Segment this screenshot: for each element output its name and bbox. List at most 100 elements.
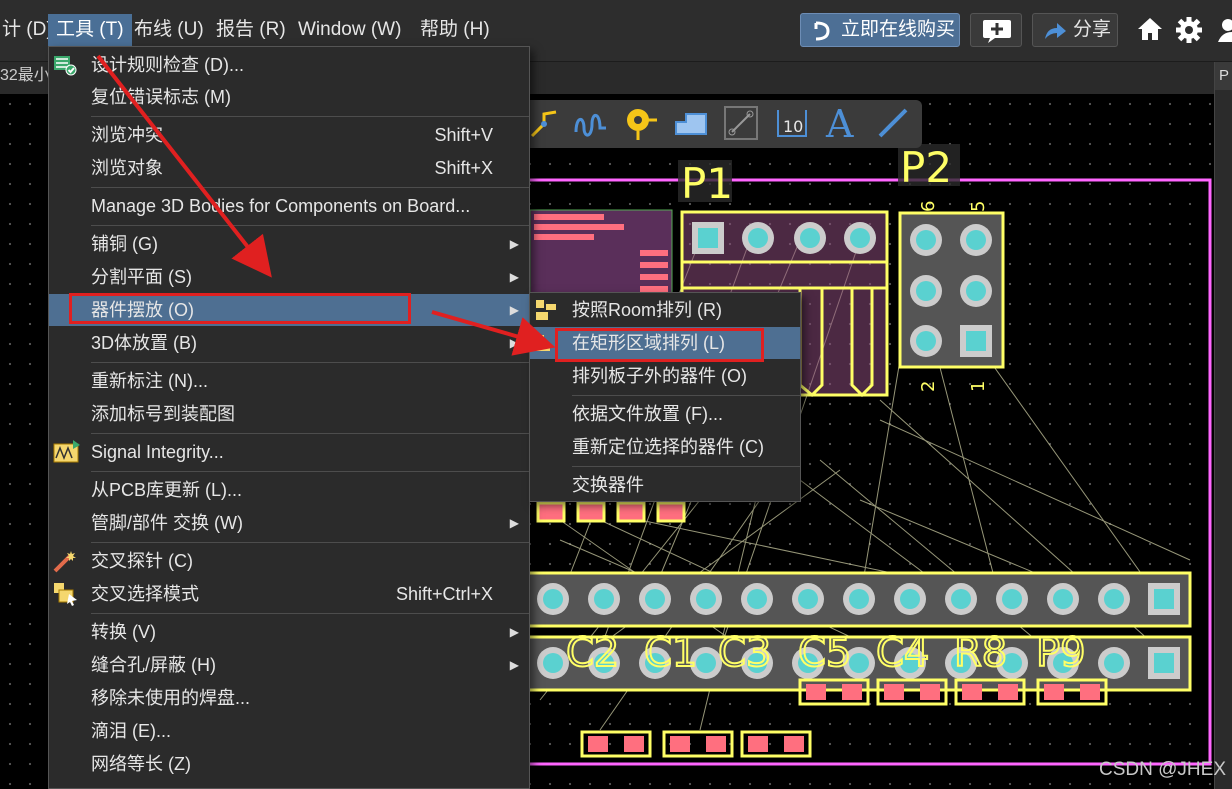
share-button[interactable]: 分享 — [1032, 13, 1118, 47]
header-pad-hole — [696, 589, 716, 609]
smd-pad — [784, 736, 804, 752]
submenu-item-place-from-file[interactable]: 依据文件放置 (F)... — [530, 398, 800, 430]
signal-integrity-icon — [53, 440, 80, 464]
place-component-icon[interactable]: 10 — [774, 106, 810, 145]
place-text-icon[interactable]: A — [826, 102, 853, 146]
menu-item-shortcut: Shift+X — [434, 158, 493, 178]
menu-item-re-annotate[interactable]: 重新标注 (N)... — [49, 365, 529, 397]
header-pad-hole — [900, 589, 920, 609]
p1-pads — [692, 222, 876, 254]
menu-item-net-length-tuning[interactable]: 网络等长 (Z) — [49, 748, 529, 780]
menu-tools[interactable]: 工具 (T) — [48, 14, 132, 46]
menu-item-browse-violations[interactable]: 浏览冲突 Shift+V — [49, 119, 529, 151]
menu-item-polygon-pour[interactable]: 铺铜 (G) ▶ — [49, 228, 529, 260]
submenu-item-reposition-selected[interactable]: 重新定位选择的器件 (C) — [530, 431, 800, 463]
menu-separator — [91, 542, 529, 543]
submenu-item-label: 按照Room排列 (R) — [572, 300, 723, 320]
menu-item-label: Signal Integrity... — [91, 442, 224, 462]
header-pad-hole — [1053, 653, 1073, 673]
small-pads — [536, 501, 686, 523]
header-pad-square-hole — [1154, 589, 1174, 609]
menu-item-shortcut: Shift+V — [434, 125, 493, 145]
properties-panel: P — [1214, 62, 1232, 789]
user-icon[interactable] — [1216, 16, 1232, 49]
menu-separator — [91, 362, 529, 363]
smd-outline — [798, 678, 870, 706]
submenu-item-arrange-outside-board[interactable]: 排列板子外的器件 (O) — [530, 360, 800, 392]
designator-c5: C5 — [798, 630, 851, 676]
menu-item-browse-objects[interactable]: 浏览对象 Shift+X — [49, 152, 529, 184]
cross-probe-icon — [53, 549, 77, 573]
header-pad-hole — [951, 653, 971, 673]
place-line-diagonal-icon[interactable] — [876, 106, 910, 145]
header-pad-hole — [1002, 653, 1022, 673]
header-pad-hole — [798, 653, 818, 673]
menu-item-label: 浏览冲突 — [91, 125, 163, 145]
menu-item-manage-3d-bodies[interactable]: Manage 3D Bodies for Components on Board… — [49, 190, 529, 222]
buy-icon — [813, 20, 831, 53]
designator-c1: C1 — [644, 630, 697, 676]
menu-separator — [91, 433, 529, 434]
menu-item-via-stitching[interactable]: 缝合孔/屏蔽 (H) ▶ — [49, 649, 529, 681]
header-pad — [894, 583, 926, 615]
smd-pad — [842, 684, 862, 700]
header-pad — [945, 583, 977, 615]
menu-item-3d-body-placement[interactable]: 3D体放置 (B) ▶ — [49, 327, 529, 359]
menu-item-teardrops[interactable]: 滴泪 (E)... — [49, 715, 529, 747]
properties-tab[interactable]: P — [1215, 62, 1232, 90]
submenu-item-arrange-within-room[interactable]: 按照Room排列 (R) — [530, 294, 800, 326]
menu-item-convert[interactable]: 转换 (V) ▶ — [49, 616, 529, 648]
arrange-room-icon — [534, 298, 558, 327]
header-pad-hole — [645, 589, 665, 609]
menu-reports[interactable]: 报告 (R) — [208, 14, 294, 46]
header-pad — [537, 583, 569, 615]
submenu-separator — [572, 395, 800, 396]
designator-c3: C3 — [718, 630, 771, 676]
header-pad-square-hole — [1154, 653, 1174, 673]
header-pad-hole — [900, 653, 920, 673]
menu-item-label: 缝合孔/屏蔽 (H) — [91, 655, 216, 675]
menu-item-drc[interactable]: 设计规则检查 (D)... — [49, 49, 529, 81]
buy-online-button[interactable]: 立即在线购买 — [800, 13, 960, 47]
menu-item-cross-probe[interactable]: 交叉探针 (C) — [49, 545, 529, 577]
header-pad — [1047, 647, 1079, 679]
menu-window[interactable]: Window (W) — [290, 14, 409, 46]
menu-item-split-planes[interactable]: 分割平面 (S) ▶ — [49, 261, 529, 293]
menu-item-add-designators[interactable]: 添加标号到装配图 — [49, 398, 529, 430]
menu-item-reset-errors[interactable]: 复位错误标志 (M) — [49, 81, 529, 113]
p2-pin-6: 6 — [918, 201, 939, 212]
smd-pad — [670, 736, 690, 752]
menu-item-update-from-pcb-library[interactable]: 从PCB库更新 (L)... — [49, 474, 529, 506]
interactive-length-icon[interactable] — [574, 108, 608, 145]
smd-pad — [884, 684, 904, 700]
place-line-icon[interactable] — [724, 106, 758, 145]
header-pad — [1098, 647, 1130, 679]
p2-pin-5: 5 — [968, 201, 989, 212]
add-button[interactable] — [970, 13, 1022, 47]
menu-item-remove-unused-pads[interactable]: 移除未使用的焊盘... — [49, 682, 529, 714]
gear-icon[interactable] — [1175, 16, 1203, 49]
header-pad-hole — [798, 589, 818, 609]
menu-separator — [91, 187, 529, 188]
place-fill-icon[interactable] — [674, 108, 708, 143]
tools-menu: 设计规则检查 (D)... 复位错误标志 (M) 浏览冲突 Shift+V 浏览… — [48, 46, 530, 789]
header-pad-hole — [543, 589, 563, 609]
route-icon[interactable] — [530, 108, 560, 145]
document-tab[interactable]: 32最小 — [0, 62, 50, 94]
submenu-item-label: 交换器件 — [572, 475, 644, 495]
menu-item-pin-swapping[interactable]: 管脚/部件 交换 (W) ▶ — [49, 507, 529, 539]
header-pad-hole — [951, 589, 971, 609]
home-icon[interactable] — [1136, 16, 1164, 47]
menu-item-label: 交叉选择模式 — [91, 584, 199, 604]
menu-item-label: 转换 (V) — [91, 622, 156, 642]
menu-route[interactable]: 布线 (U) — [126, 14, 212, 46]
buy-online-label: 立即在线购买 — [841, 19, 956, 40]
menu-help[interactable]: 帮助 (H) — [412, 14, 498, 46]
menu-item-cross-select-mode[interactable]: 交叉选择模式 Shift+Ctrl+X — [49, 578, 529, 610]
submenu-item-swap-components[interactable]: 交换器件 — [530, 469, 800, 501]
menu-item-label: 铺铜 (G) — [91, 234, 158, 254]
place-via-icon[interactable] — [624, 106, 658, 147]
menu-item-label: Manage 3D Bodies for Components on Board… — [91, 196, 471, 216]
submenu-arrow-icon: ▶ — [509, 336, 519, 350]
menu-item-signal-integrity[interactable]: Signal Integrity... — [49, 436, 529, 468]
